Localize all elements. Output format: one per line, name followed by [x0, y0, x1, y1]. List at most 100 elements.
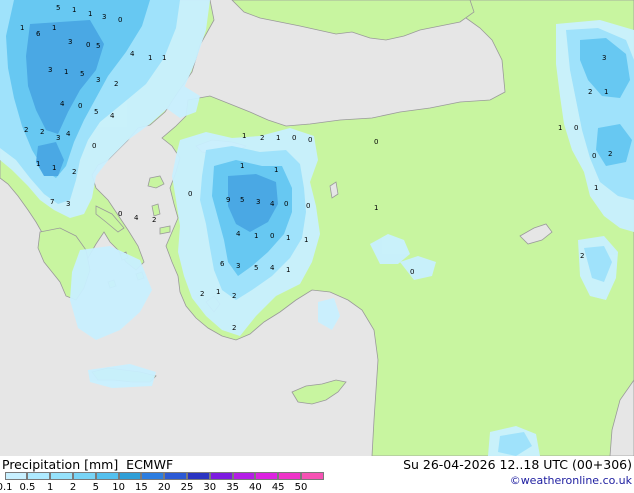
rain-label: 1: [148, 54, 152, 62]
rain-label: 0: [374, 138, 378, 146]
rain-label: 1: [286, 234, 290, 242]
rain-label: 4: [66, 130, 71, 138]
legend-swatch: [187, 472, 210, 480]
rain-label: 0: [86, 41, 90, 49]
rain-label: 1: [216, 288, 220, 296]
rain-label: 0: [118, 210, 122, 218]
legend-tick: 1: [47, 482, 54, 493]
rain-label: 1: [162, 54, 166, 62]
rain-label: 2: [260, 134, 264, 142]
rain-label: 3: [256, 198, 260, 206]
legend-swatch: [232, 472, 256, 480]
rain-label: 5: [94, 108, 98, 116]
rain-label: 1: [52, 164, 56, 172]
rain-label: 0: [78, 102, 82, 110]
legend-tick: 0.5: [19, 482, 36, 493]
rain-label: 5: [56, 4, 60, 12]
rain-label: 1: [254, 232, 258, 240]
rain-label: 2: [580, 252, 584, 260]
credit-link[interactable]: ©weatheronline.co.uk: [510, 474, 632, 487]
legend-tick: 25: [180, 482, 194, 493]
rain-label: 4: [134, 214, 139, 222]
rain-label: 4: [270, 200, 275, 208]
rain-label: 1: [304, 236, 308, 244]
rain-label: 7: [50, 198, 54, 206]
rain-label: 2: [72, 168, 76, 176]
legend-swatch: [164, 472, 187, 480]
rain-label: 1: [286, 266, 290, 274]
rain-label: 0: [188, 190, 192, 198]
rain-label: 1: [36, 160, 40, 168]
rain-label: 4: [270, 264, 275, 272]
rain-label: 0: [118, 16, 122, 24]
rain-label: 2: [232, 292, 236, 300]
weather-map-page: 5 1 3 0 1 1 3 6 0 5 4 1 1 3 1 5 2 3 4 0 …: [0, 0, 634, 493]
legend-tick: 2: [69, 482, 77, 493]
rain-label: 1: [88, 10, 92, 18]
rain-label: 1: [20, 24, 24, 32]
rain-label: 1: [52, 24, 56, 32]
rain-label: 0: [92, 142, 96, 150]
rain-label: 0: [270, 232, 274, 240]
rain-label: 0: [284, 200, 288, 208]
rain-label: 6: [36, 30, 41, 38]
rain-label: 6: [220, 260, 225, 268]
rain-label: 4: [60, 100, 65, 108]
legend-swatch: [141, 472, 165, 480]
rain-label: 1: [274, 166, 278, 174]
rain-label: 2: [152, 216, 156, 224]
rain-label: 4: [236, 230, 241, 238]
rain-label: 0: [410, 268, 414, 276]
legend-tick: 45: [271, 482, 285, 493]
rain-label: 0: [308, 136, 312, 144]
rain-label: 1: [240, 162, 244, 170]
precipitation-map: 5 1 3 0 1 1 3 6 0 5 4 1 1 3 1 5 2 3 4 0 …: [0, 0, 634, 456]
legend-swatch: [118, 472, 142, 480]
rain-label: 2: [40, 128, 44, 136]
legend-tick: 15: [135, 482, 148, 493]
model-name: ECMWF: [126, 457, 174, 472]
rain-label: 2: [232, 324, 236, 332]
legend-swatch: [278, 472, 301, 480]
rain-label: 1: [64, 68, 68, 76]
rain-label: 9: [226, 196, 230, 204]
map-footer: Precipitation [mm] ECMWF Su 26-04-2026 1…: [0, 456, 634, 493]
rain-label: 1: [558, 124, 562, 132]
rain-label: 2: [588, 88, 592, 96]
rain-label: 2: [114, 80, 118, 88]
legend-swatch: [4, 472, 28, 480]
rain-label: 3: [236, 262, 240, 270]
legend-tick: 35: [226, 482, 239, 493]
rain-label: 0: [306, 202, 310, 210]
rain-label: 4: [110, 112, 115, 120]
rain-label: 3: [602, 54, 606, 62]
rain-label: 2: [200, 290, 204, 298]
rain-label: 0: [592, 152, 596, 160]
legend-swatch: [95, 472, 119, 480]
legend-tick: 30: [203, 482, 217, 493]
legend-swatch: [301, 472, 324, 480]
rain-label: 0: [292, 134, 296, 142]
legend-swatch: [255, 472, 279, 480]
rain-label: 5: [254, 264, 258, 272]
legend-swatch: [50, 472, 73, 480]
rain-label: 1: [276, 134, 280, 142]
rain-label: 3: [96, 76, 100, 84]
rain-label: 5: [80, 70, 84, 78]
rain-label: 1: [72, 6, 76, 14]
legend-swatch: [73, 472, 96, 480]
rain-label: 3: [102, 13, 106, 21]
legend-tick: 40: [249, 482, 262, 493]
rain-label: 1: [242, 132, 246, 140]
map-title: Precipitation [mm] ECMWF: [2, 457, 173, 472]
rain-label: 3: [56, 134, 60, 142]
rain-label: 4: [130, 50, 135, 58]
legend-swatch: [27, 472, 51, 480]
field-name: Precipitation [mm]: [2, 457, 119, 472]
rain-label: 1: [594, 184, 598, 192]
rain-label: 5: [240, 196, 244, 204]
legend-tick: 10: [112, 482, 125, 493]
rain-label: 2: [24, 126, 28, 134]
legend-tick: 20: [157, 482, 171, 493]
legend-tick: 50: [294, 482, 308, 493]
